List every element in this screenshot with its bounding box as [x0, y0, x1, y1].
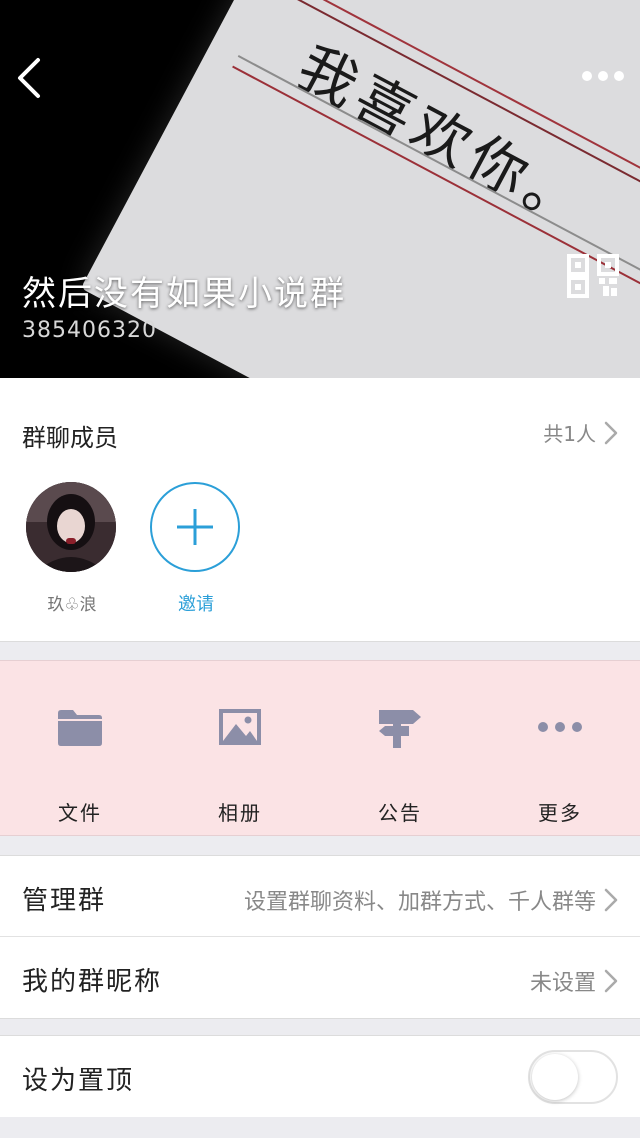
signpost-icon — [376, 703, 424, 751]
image-icon — [216, 703, 264, 751]
ellipsis-icon[interactable] — [578, 62, 628, 90]
manage-group-label: 管理群 — [22, 886, 107, 916]
group-nickname-row[interactable]: 我的群昵称 未设置 — [0, 937, 640, 1018]
avatar[interactable] — [26, 482, 116, 572]
group-header: 我喜欢你。 然后没有如果小说群 385406320 — [0, 0, 640, 378]
group-name: 然后没有如果小说群 — [22, 274, 346, 314]
members-count-link[interactable]: 共1人 — [543, 418, 618, 447]
header-background-image: 我喜欢你。 — [80, 0, 640, 378]
group-functions-grid: 文件 相册 公告 更多 — [0, 660, 640, 836]
func-more[interactable]: 更多 — [480, 661, 640, 835]
chevron-right-icon — [604, 421, 618, 444]
toggle-knob — [532, 1054, 578, 1100]
group-id: 385406320 — [22, 318, 157, 343]
func-album[interactable]: 相册 — [160, 661, 320, 835]
more-dots-icon — [536, 703, 584, 751]
plus-icon — [177, 509, 213, 545]
chevron-right-icon — [604, 888, 618, 912]
invite-button[interactable]: 邀请 — [150, 482, 242, 616]
group-nickname-label: 我的群昵称 — [22, 967, 163, 997]
func-label: 公告 — [378, 801, 422, 825]
func-label: 相册 — [218, 801, 262, 825]
pin-top-label: 设为置顶 — [22, 1066, 135, 1096]
group-members-section: 群聊成员 共1人 玖♧浪 邀请 — [0, 378, 640, 642]
paper-handwriting: 我喜欢你。 — [286, 32, 601, 244]
func-announcement[interactable]: 公告 — [320, 661, 480, 835]
chevron-right-icon — [604, 969, 618, 993]
func-files[interactable]: 文件 — [0, 661, 160, 835]
members-count: 共1人 — [543, 422, 596, 446]
invite-label: 邀请 — [178, 594, 214, 615]
manage-group-value: 设置群聊资料、加群方式、千人群等 — [243, 890, 596, 915]
chevron-left-icon[interactable] — [12, 56, 52, 100]
qr-code-icon[interactable] — [566, 254, 620, 298]
group-options-list: 设为置顶 — [0, 1035, 640, 1117]
pin-top-toggle[interactable] — [528, 1050, 618, 1104]
group-nickname-value-wrap: 未设置 — [530, 965, 618, 997]
folder-icon — [56, 703, 104, 751]
group-settings-list: 管理群 设置群聊资料、加群方式、千人群等 我的群昵称 未设置 — [0, 855, 640, 1019]
func-label: 文件 — [58, 801, 102, 825]
manage-group-value-wrap: 设置群聊资料、加群方式、千人群等 — [244, 884, 618, 916]
member-name: 玖♧浪 — [47, 595, 97, 615]
pin-top-row: 设为置顶 — [0, 1036, 640, 1117]
invite-plus-button[interactable] — [150, 482, 240, 572]
func-label: 更多 — [538, 801, 582, 825]
members-title: 群聊成员 — [22, 424, 118, 452]
group-nickname-value: 未设置 — [529, 971, 596, 996]
member-item[interactable]: 玖♧浪 — [26, 482, 118, 615]
manage-group-row[interactable]: 管理群 设置群聊资料、加群方式、千人群等 — [0, 856, 640, 937]
